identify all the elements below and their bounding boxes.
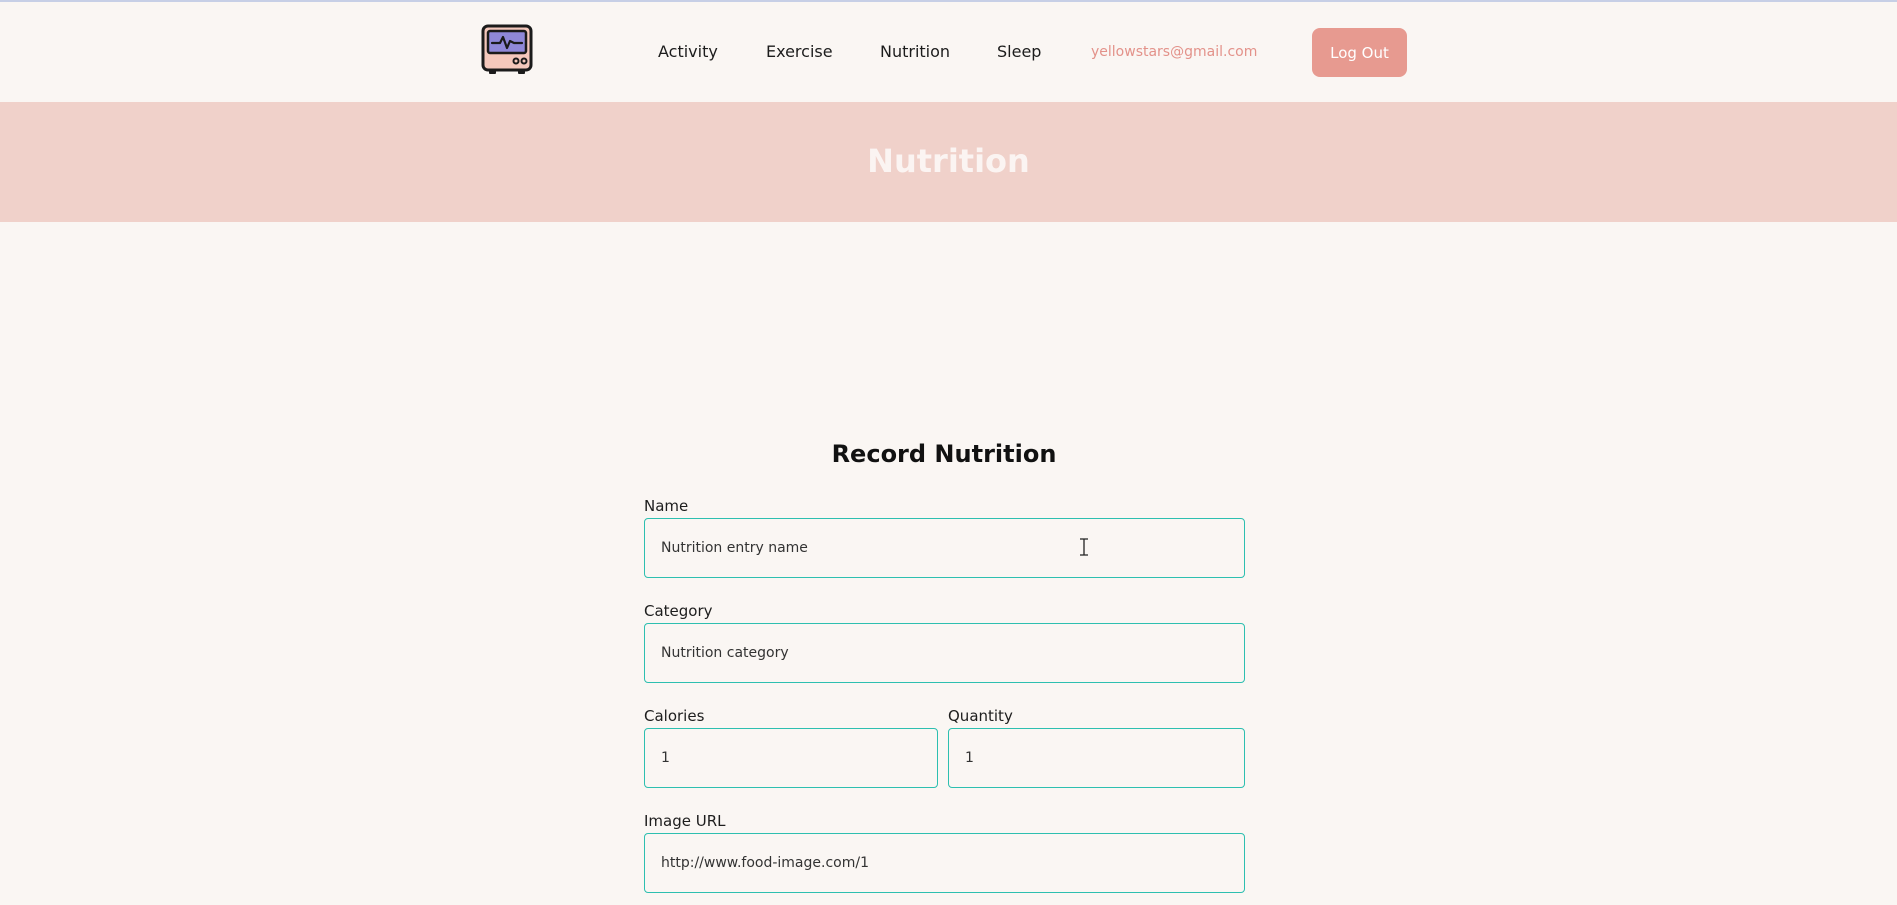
calories-label: Calories [644, 707, 705, 725]
page-title: Nutrition [867, 142, 1030, 180]
form-title: Record Nutrition [831, 440, 1057, 468]
name-label: Name [644, 497, 689, 515]
heart-monitor-icon[interactable] [481, 24, 533, 76]
quantity-label: Quantity [948, 707, 1013, 725]
user-email: yellowstars@gmail.com [1091, 44, 1258, 60]
quantity-input[interactable] [948, 728, 1245, 788]
image-url-input[interactable] [644, 833, 1245, 893]
navbar: Activity Exercise Nutrition Sleep yellow… [0, 2, 1897, 102]
category-label: Category [644, 602, 713, 620]
logout-button[interactable]: Log Out [1312, 28, 1407, 77]
text-cursor-icon [1080, 538, 1088, 556]
nav-link-nutrition[interactable]: Nutrition [880, 42, 950, 61]
image-url-label: Image URL [644, 812, 726, 830]
nav-link-exercise[interactable]: Exercise [766, 42, 833, 61]
nav-link-activity[interactable]: Activity [658, 42, 718, 61]
page-banner: Nutrition [0, 102, 1897, 222]
category-input[interactable] [644, 623, 1245, 683]
nav-link-sleep[interactable]: Sleep [997, 42, 1041, 61]
name-input[interactable] [644, 518, 1245, 578]
calories-input[interactable] [644, 728, 938, 788]
